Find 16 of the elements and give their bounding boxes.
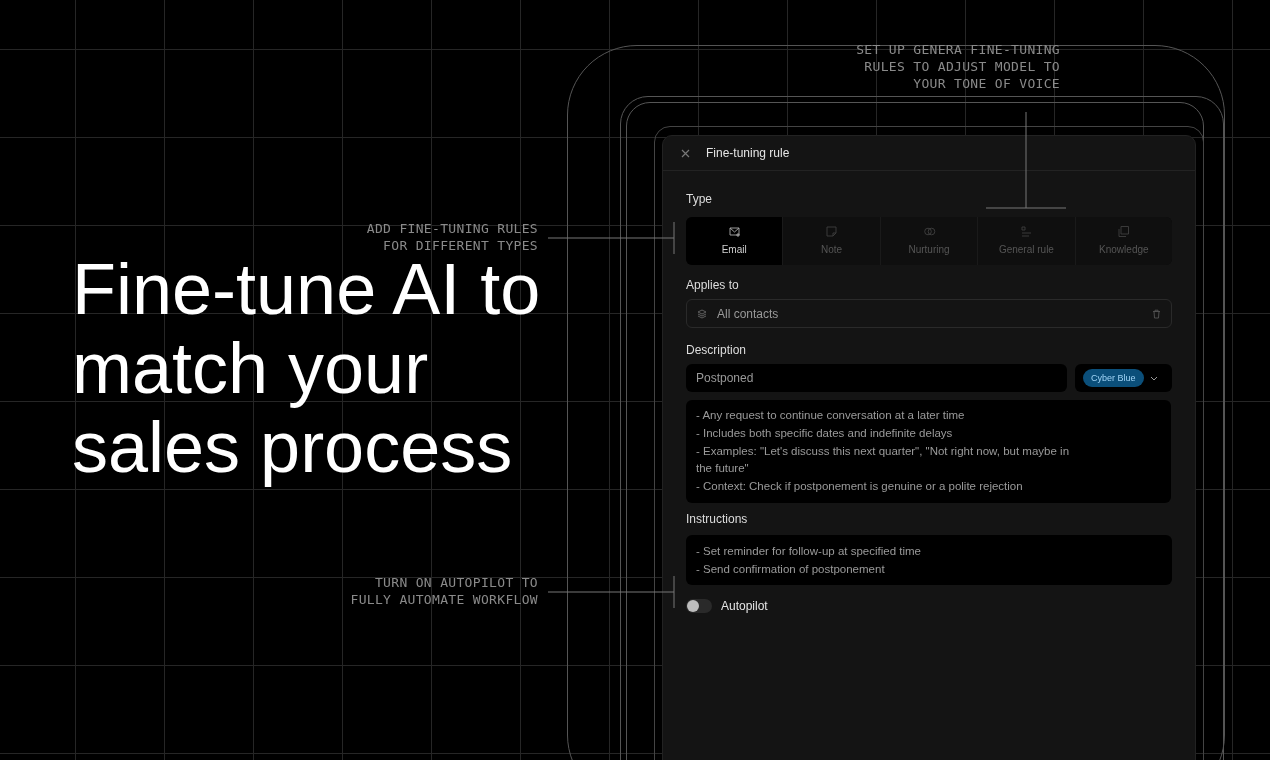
annotation: TURN ON AUTOPILOT TO FULLY AUTOMATE WORKFLOW bbox=[350, 574, 538, 608]
field-value: All contacts bbox=[717, 305, 780, 323]
section-label: Type bbox=[686, 191, 713, 207]
section-label: Description bbox=[686, 342, 748, 358]
toggle-label: Autopilot bbox=[721, 598, 768, 615]
name-field[interactable]: Postponed bbox=[686, 364, 1067, 392]
instructions-field[interactable]: - Set reminder for follow-up at specified time - Send confirmation of postponement bbox=[686, 535, 1172, 585]
tag-select[interactable]: Cyber Blue bbox=[1075, 364, 1172, 392]
panel-title: Fine-tuning rule bbox=[706, 145, 790, 162]
section-label: Applies to bbox=[686, 277, 740, 293]
annotation: SET UP GENERA FINE-TUNING RULES TO ADJUST MODEL TO YOUR TONE OF VOICE bbox=[856, 41, 1060, 92]
applies-to-field[interactable]: All contacts bbox=[686, 299, 1172, 328]
section-label: Instructions bbox=[686, 511, 749, 527]
description-field[interactable]: - Any request to continue conversation at a later time - Includes both specific dates and indefinite delays - Examples: "Let's discuss this next quarter", "Not right now, but maybe in the future" - Context: Check if postponement is genuine or a polite rejection bbox=[686, 400, 1171, 503]
type-tab[interactable]: Email bbox=[686, 217, 783, 265]
color-tag: Cyber Blue bbox=[1083, 369, 1144, 387]
